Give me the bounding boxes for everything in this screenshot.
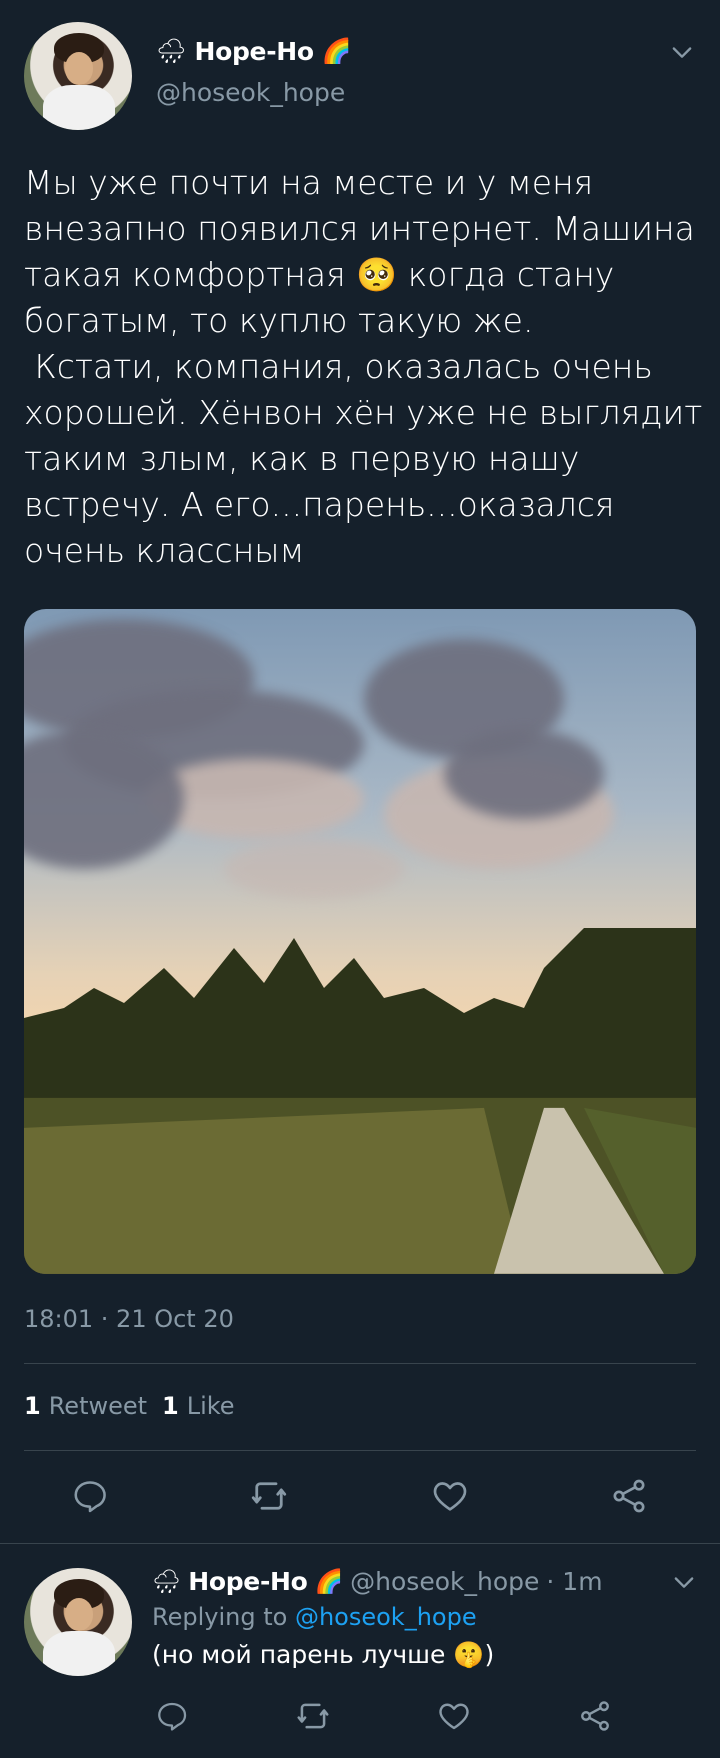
reply-icon[interactable] <box>68 1474 112 1518</box>
like-icon[interactable] <box>432 1694 476 1738</box>
like-icon[interactable] <box>428 1474 472 1518</box>
retweet-icon[interactable] <box>291 1694 335 1738</box>
reply-header-row[interactable]: 🌧 Hope-Ho 🌈 @hoseok_hope · 1m <box>152 1563 603 1599</box>
rainbow-emoji: 🌈 <box>321 37 352 65</box>
replying-to-handle[interactable]: @hoseok_hope <box>295 1603 477 1631</box>
author-handle[interactable]: @hoseok_hope <box>156 78 345 107</box>
like-label: Like <box>186 1392 235 1420</box>
rainbow-emoji: 🌈 <box>314 1568 344 1595</box>
retweet-icon[interactable] <box>247 1474 291 1518</box>
replying-to: Replying to @hoseok_hope <box>152 1603 477 1631</box>
divider <box>24 1363 696 1364</box>
replying-to-label: Replying to <box>152 1603 288 1631</box>
cloud-rain-emoji: 🌧 <box>156 37 187 65</box>
tweet-text: Мы уже почти на месте и у меня внезапно … <box>24 163 703 570</box>
reply-handle: @hoseok_hope <box>350 1566 540 1596</box>
retweet-count: 1 <box>24 1392 41 1420</box>
chevron-down-icon[interactable] <box>668 38 696 70</box>
cloud-rain-emoji: 🌧 <box>152 1568 182 1595</box>
author-display-name: Hope-Ho <box>194 36 314 66</box>
reply-display-name: Hope-Ho <box>188 1566 308 1596</box>
divider <box>24 1450 696 1451</box>
reply-time: · 1m <box>546 1566 603 1596</box>
author-avatar[interactable] <box>24 22 132 130</box>
share-icon[interactable] <box>573 1694 617 1738</box>
like-stats[interactable]: 1 Like <box>162 1392 235 1420</box>
author-name-row[interactable]: 🌧 Hope-Ho 🌈 <box>156 34 352 68</box>
share-icon[interactable] <box>607 1474 651 1518</box>
reply-icon[interactable] <box>150 1694 194 1738</box>
retweet-stats[interactable]: 1 Retweet <box>24 1392 147 1420</box>
reply-author-avatar[interactable] <box>24 1568 132 1676</box>
tweet-timestamp[interactable]: 18:01 · 21 Oct 20 <box>24 1305 234 1333</box>
reply-text: (но мой парень лучше 🤫) <box>152 1640 495 1669</box>
retweet-label: Retweet <box>48 1392 148 1420</box>
divider <box>0 1543 720 1544</box>
like-count: 1 <box>162 1392 179 1420</box>
tweet-photo[interactable] <box>24 609 696 1274</box>
chevron-down-icon[interactable] <box>670 1568 698 1600</box>
